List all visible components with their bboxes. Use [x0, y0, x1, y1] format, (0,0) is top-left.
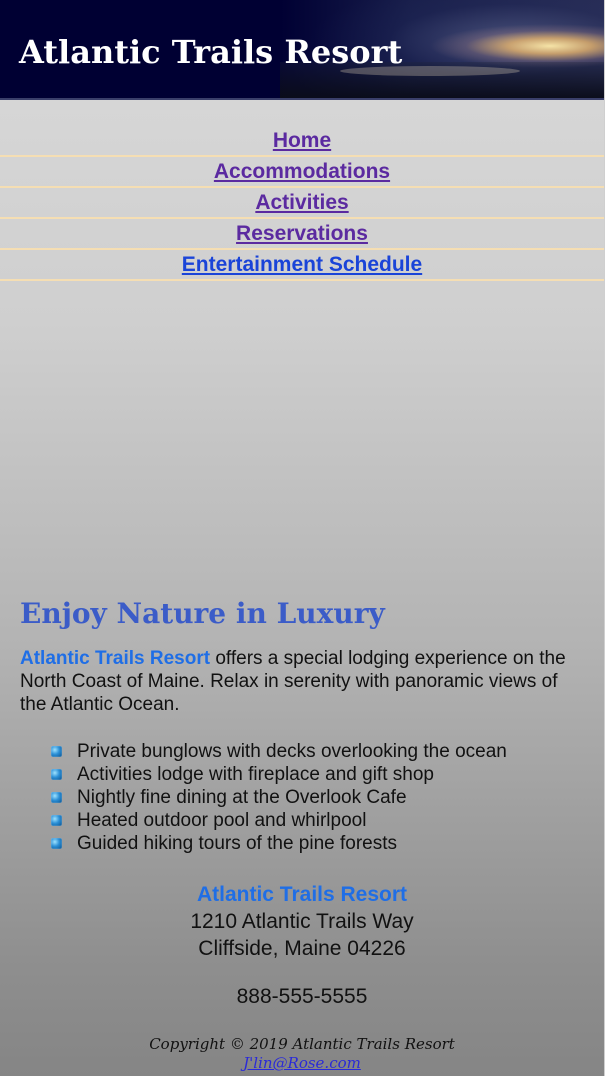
nav-link-accommodations[interactable]: Accommodations — [214, 158, 390, 186]
bullet-icon — [51, 746, 62, 757]
site-header: Atlantic Trails Resort — [0, 0, 604, 98]
list-item: Nightly fine dining at the Overlook Cafe — [50, 786, 580, 809]
feature-list: Private bunglows with decks overlooking … — [20, 740, 580, 855]
window-edge — [604, 0, 610, 1076]
feature-text: Guided hiking tours of the pine forests — [77, 833, 398, 854]
site-title: Atlantic Trails Resort — [19, 33, 403, 71]
nav-item-accommodations: Accommodations — [0, 158, 604, 188]
nav-item-entertainment: Entertainment Schedule — [0, 251, 604, 281]
nav-link-activities[interactable]: Activities — [255, 189, 348, 217]
contact-name: Atlantic Trails Resort — [196, 883, 408, 906]
nav-item-home: Home — [0, 127, 604, 157]
contact-block: Atlantic Trails Resort 1210 Atlantic Tra… — [0, 882, 604, 1010]
intro-paragraph: Atlantic Trails Resort offers a special … — [20, 647, 580, 716]
nav-link-entertainment-schedule[interactable]: Entertainment Schedule — [182, 251, 422, 279]
section-heading: Enjoy Nature in Luxury — [20, 597, 385, 630]
nav-link-reservations[interactable]: Reservations — [236, 220, 368, 248]
copyright-text: Copyright © 2019 Atlantic Trails Resort — [149, 1035, 455, 1053]
contact-city: Cliffside, Maine 04226 — [198, 937, 406, 960]
list-item: Private bunglows with decks overlooking … — [50, 740, 580, 763]
bullet-icon — [51, 838, 62, 849]
bullet-icon — [51, 769, 62, 780]
bullet-icon — [51, 815, 62, 826]
intro-brand-name: Atlantic Trails Resort — [20, 648, 211, 669]
feature-text: Private bunglows with decks overlooking … — [77, 741, 507, 762]
feature-text: Activities lodge with fireplace and gift… — [77, 764, 434, 785]
feature-text: Nightly fine dining at the Overlook Cafe — [77, 787, 407, 808]
list-item: Heated outdoor pool and whirlpool — [50, 809, 580, 832]
nav-link-home[interactable]: Home — [273, 127, 331, 155]
contact-phone: 888-555-5555 — [236, 985, 368, 1008]
site-footer: Copyright © 2019 Atlantic Trails Resort … — [0, 1035, 604, 1073]
nav-list: Home Accommodations Activities Reservati… — [0, 127, 604, 281]
list-item: Activities lodge with fireplace and gift… — [50, 763, 580, 786]
nav-item-reservations: Reservations — [0, 220, 604, 250]
page: Atlantic Trails Resort Home Accommodatio… — [0, 0, 604, 1076]
feature-text: Heated outdoor pool and whirlpool — [77, 810, 367, 831]
main-content: Enjoy Nature in Luxury Atlantic Trails R… — [20, 590, 580, 855]
footer-email-link[interactable]: J'lin@Rose.com — [243, 1054, 361, 1072]
bullet-icon — [51, 792, 62, 803]
header-divider — [0, 98, 604, 100]
main-nav: Home Accommodations Activities Reservati… — [0, 127, 604, 281]
contact-street: 1210 Atlantic Trails Way — [190, 910, 414, 933]
list-item: Guided hiking tours of the pine forests — [50, 832, 580, 855]
nav-item-activities: Activities — [0, 189, 604, 219]
